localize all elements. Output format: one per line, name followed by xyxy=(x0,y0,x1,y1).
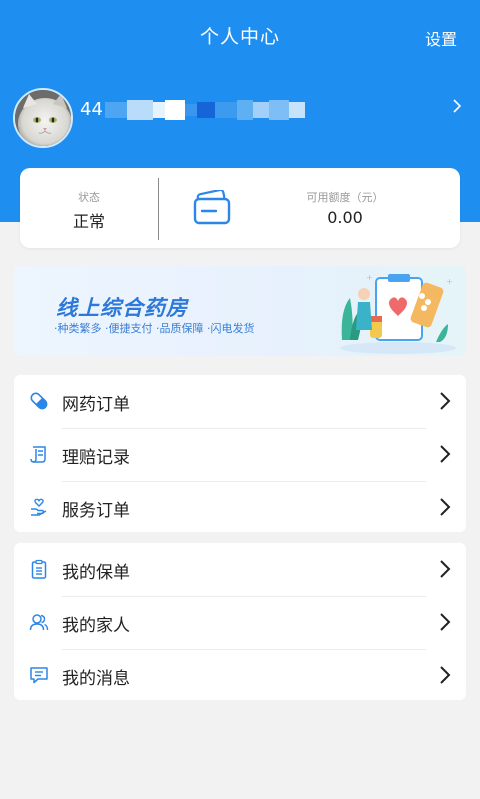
settings-button[interactable]: 设置 xyxy=(425,26,457,50)
svg-text:+: + xyxy=(366,273,373,282)
menu-group-personal: 我的保单 我的家人 我的消息 xyxy=(14,543,466,700)
menu-item-pharmacy-orders[interactable]: 网药订单 xyxy=(14,375,466,428)
credit-value: 0.00 xyxy=(327,208,363,227)
menu-item-label: 服务订单 xyxy=(62,501,130,521)
cat-avatar-image xyxy=(15,90,71,146)
wallet-card-icon xyxy=(193,190,231,225)
chevron-right-icon xyxy=(440,666,451,684)
clipboard-icon xyxy=(31,559,47,579)
svg-text:+: + xyxy=(446,277,453,286)
credit-label: 可用额度（元） xyxy=(306,191,384,204)
pharmacy-banner[interactable]: 线上综合药房 ·种类繁多 ·便捷支付 ·品质保障 ·闪电发货 + + xyxy=(14,266,466,356)
chevron-right-icon xyxy=(440,613,451,631)
user-id: 44 xyxy=(80,99,305,120)
menu-item-claim-records[interactable]: 理赔记录 xyxy=(14,428,466,481)
menu-item-my-messages[interactable]: 我的消息 xyxy=(14,649,466,702)
avatar[interactable] xyxy=(13,88,73,148)
banner-subtitle: ·种类繁多 ·便捷支付 ·品质保障 ·闪电发货 xyxy=(54,322,255,335)
menu-item-label: 我的消息 xyxy=(62,669,130,689)
people-icon xyxy=(29,614,49,631)
status-label: 状态 xyxy=(78,191,100,204)
menu-item-label: 理赔记录 xyxy=(62,448,130,468)
user-id-mask xyxy=(104,99,305,120)
menu-group-orders: 网药订单 理赔记录 服务订单 xyxy=(14,375,466,532)
menu-item-my-family[interactable]: 我的家人 xyxy=(14,596,466,649)
chevron-right-icon xyxy=(440,560,451,578)
heart-hand-icon xyxy=(31,498,47,516)
menu-item-label: 我的家人 xyxy=(62,616,130,636)
chevron-right-icon xyxy=(440,445,451,463)
menu-item-label: 网药订单 xyxy=(62,395,130,415)
chevron-right-icon xyxy=(440,498,451,516)
pharmacy-illustration-icon: + + xyxy=(340,273,456,354)
message-icon xyxy=(30,667,48,684)
menu-item-service-orders[interactable]: 服务订单 xyxy=(14,481,466,534)
profile-chevron-icon[interactable] xyxy=(452,98,462,119)
chevron-right-icon xyxy=(440,392,451,410)
user-id-prefix: 44 xyxy=(80,99,103,120)
scroll-icon xyxy=(30,446,46,463)
menu-item-my-policies[interactable]: 我的保单 xyxy=(14,543,466,596)
status-divider xyxy=(158,178,159,240)
account-status-card: 状态 正常 可用额度（元） 0.00 xyxy=(20,168,460,248)
page-title: 个人中心 xyxy=(199,26,280,48)
capsule-icon xyxy=(30,392,48,410)
banner-title: 线上综合药房 xyxy=(56,296,188,320)
status-section: 状态 正常 xyxy=(20,168,158,248)
menu-item-label: 我的保单 xyxy=(62,563,130,583)
status-value: 正常 xyxy=(72,212,105,231)
